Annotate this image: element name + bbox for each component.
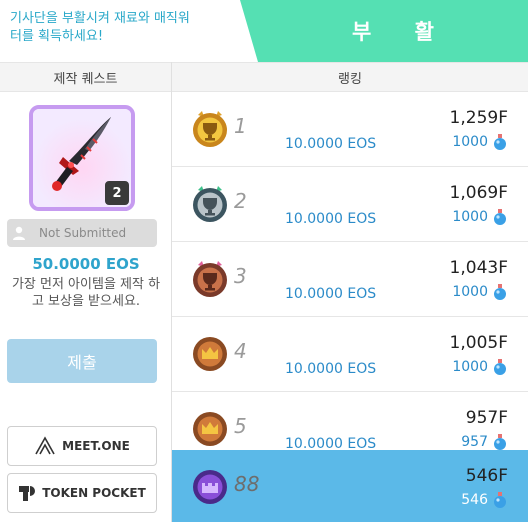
floor-score: 1,005F [449, 333, 508, 353]
ranking-panel: 랭킹 1 10.0000 EOS 1,259F 1000 2 10.0000 E… [172, 62, 528, 522]
bronze-trophy-icon [193, 261, 227, 297]
top-banner: 기사단을 부활시켜 재료와 매직워터를 획득하세요! 부 활 [0, 0, 528, 62]
my-rank-number: 88 [234, 472, 260, 496]
potion-icon [494, 284, 506, 300]
potion-icon [494, 434, 506, 450]
silver-trophy-icon [193, 186, 227, 222]
my-ranking-row[interactable]: 88 546F 546 [172, 450, 528, 522]
eos-reward: 10.0000 EOS [285, 136, 377, 152]
rank-number: 3 [234, 264, 247, 288]
magic-water-value: 957 [461, 434, 488, 450]
meetone-logo-icon [34, 436, 56, 456]
tokenpocket-label: TOKEN POCKET [42, 486, 146, 500]
quest-description: 가장 먼저 아이템을 제작 하고 보상을 받으세요. [11, 277, 161, 309]
crafting-quest-panel: 제작 퀘스트 2 Not Submitted 50.0000 EOS 가장 먼저… [0, 62, 172, 522]
eos-reward: 10.0000 EOS [285, 211, 377, 227]
my-floor-score: 546F [465, 466, 508, 486]
ranking-row[interactable]: 1 10.0000 EOS 1,259F 1000 [172, 92, 528, 167]
magic-water-amount: 1000 [452, 358, 508, 376]
crafting-quest-header: 제작 퀘스트 [0, 62, 171, 92]
rank-number: 4 [234, 339, 247, 363]
eos-reward: 10.0000 EOS [285, 361, 377, 377]
meetone-button[interactable]: MEET.ONE [7, 426, 157, 466]
user-icon [7, 219, 31, 247]
submission-status-text: Not Submitted [39, 226, 127, 240]
meetone-label: MEET.ONE [62, 439, 130, 453]
magic-water-amount: 1000 [452, 283, 508, 301]
rank-number: 1 [234, 114, 247, 138]
revive-title[interactable]: 부 활 [258, 0, 528, 62]
tokenpocket-logo-icon [18, 484, 36, 502]
gold-trophy-icon [193, 111, 227, 147]
crown-medal-icon [193, 412, 227, 446]
potion-icon [494, 134, 506, 150]
magic-water-value: 1000 [452, 284, 488, 300]
ranking-row[interactable]: 3 10.0000 EOS 1,043F 1000 [172, 242, 528, 317]
potion-icon [494, 492, 506, 508]
magic-water-amount: 1000 [452, 133, 508, 151]
tokenpocket-button[interactable]: TOKEN POCKET [7, 473, 157, 513]
submit-button[interactable]: 제출 [7, 339, 157, 383]
item-count-badge: 2 [105, 181, 129, 205]
app-screen: 기사단을 부활시켜 재료와 매직워터를 획득하세요! 부 활 제작 퀘스트 2 … [0, 0, 528, 522]
potion-icon [494, 209, 506, 225]
floor-score: 1,043F [449, 258, 508, 278]
my-magic-water-amount: 546 [461, 491, 508, 509]
floor-score: 1,259F [449, 108, 508, 128]
crown-medal-icon [193, 337, 227, 371]
rank-number: 5 [234, 414, 247, 438]
magic-water-amount: 1000 [452, 208, 508, 226]
ranking-row[interactable]: 4 10.0000 EOS 1,005F 1000 [172, 317, 528, 392]
submission-status: Not Submitted [7, 219, 157, 247]
magic-water-value: 1000 [452, 134, 488, 150]
purple-castle-icon [193, 470, 227, 504]
banner-message: 기사단을 부활시켜 재료와 매직워터를 획득하세요! [10, 11, 190, 44]
floor-score: 957F [465, 408, 508, 428]
magic-water-value: 1000 [452, 209, 488, 225]
eos-reward: 10.0000 EOS [285, 286, 377, 302]
rank-number: 2 [234, 189, 247, 213]
magic-water-amount: 957 [461, 433, 508, 451]
ranking-header: 랭킹 [172, 62, 528, 92]
floor-score: 1,069F [449, 183, 508, 203]
quest-reward: 50.0000 EOS [32, 255, 140, 273]
magic-water-value: 1000 [452, 359, 488, 375]
quest-item-card[interactable]: 2 [29, 105, 135, 211]
potion-icon [494, 359, 506, 375]
my-magic-water-value: 546 [461, 492, 488, 508]
ranking-row[interactable]: 2 10.0000 EOS 1,069F 1000 [172, 167, 528, 242]
